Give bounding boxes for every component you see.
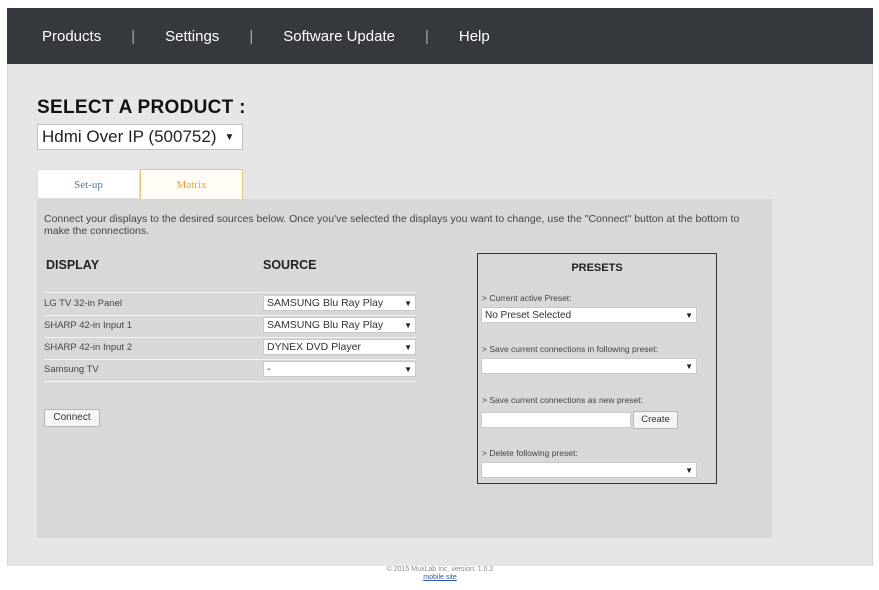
- display-label: SHARP 42-in Input 2: [44, 342, 133, 353]
- chevron-down-icon: ▼: [404, 320, 412, 330]
- source-select-value: DYNEX DVD Player: [267, 341, 361, 353]
- display-label: Samsung TV: [44, 364, 99, 375]
- source-select-value: SAMSUNG Blu Ray Play: [267, 319, 384, 331]
- nav-separator: |: [249, 27, 254, 45]
- source-select[interactable]: - ▼: [263, 361, 416, 377]
- source-select[interactable]: SAMSUNG Blu Ray Play ▼: [263, 317, 416, 333]
- chevron-down-icon: ▼: [404, 298, 412, 308]
- source-select[interactable]: SAMSUNG Blu Ray Play ▼: [263, 295, 416, 311]
- save-following-select[interactable]: ▼: [481, 358, 697, 374]
- chevron-down-icon: ▼: [404, 364, 412, 374]
- source-column-header: SOURCE: [263, 258, 317, 272]
- source-select-value: SAMSUNG Blu Ray Play: [267, 297, 384, 309]
- current-preset-value: No Preset Selected: [485, 309, 572, 321]
- nav-products[interactable]: Products: [42, 28, 101, 45]
- nav-help[interactable]: Help: [459, 28, 490, 45]
- row-divider: [44, 337, 416, 338]
- chevron-down-icon: ▼: [685, 465, 693, 475]
- row-divider: [44, 381, 416, 382]
- row-divider: [44, 359, 416, 360]
- nav-software-update[interactable]: Software Update: [283, 28, 395, 45]
- new-preset-name-input[interactable]: [481, 412, 631, 428]
- save-following-label: > Save current connections in following …: [482, 344, 659, 354]
- display-column-header: DISPLAY: [46, 258, 100, 272]
- select-product-heading: SELECT A PRODUCT :: [37, 97, 246, 118]
- chevron-down-icon: ▼: [224, 131, 235, 143]
- mobile-site-link[interactable]: mobile site: [7, 574, 873, 582]
- presets-box: PRESETS > Current active Preset: No Pres…: [477, 253, 717, 484]
- nav-separator: |: [424, 27, 429, 45]
- matrix-instructions: Connect your displays to the desired sou…: [44, 213, 740, 237]
- tab-matrix[interactable]: Matrix: [140, 169, 243, 199]
- delete-preset-label: > Delete following preset:: [482, 448, 578, 458]
- save-new-label: > Save current connections as new preset…: [482, 395, 643, 405]
- product-select-value: Hdmi Over IP (500752): [42, 127, 217, 146]
- copyright-text: © 2015 MuxLab Inc. version: 1.0.2: [386, 566, 494, 573]
- footer: © 2015 MuxLab Inc. version: 1.0.2 mobile…: [7, 566, 873, 584]
- source-select[interactable]: DYNEX DVD Player ▼: [263, 339, 416, 355]
- current-preset-label: > Current active Preset:: [482, 293, 572, 303]
- chevron-down-icon: ▼: [685, 361, 693, 371]
- nav-separator: |: [131, 27, 136, 45]
- source-select-value: -: [267, 363, 271, 375]
- presets-title: PRESETS: [571, 262, 623, 274]
- nav-settings[interactable]: Settings: [165, 28, 219, 45]
- row-divider: [44, 292, 416, 293]
- delete-preset-select[interactable]: ▼: [481, 462, 697, 478]
- create-preset-button[interactable]: Create: [633, 411, 678, 429]
- display-label: LG TV 32-in Panel: [44, 298, 122, 309]
- top-nav: Products | Settings | Software Update | …: [7, 8, 873, 64]
- chevron-down-icon: ▼: [404, 342, 412, 352]
- product-select[interactable]: Hdmi Over IP (500752) ▼: [37, 124, 243, 150]
- connect-button[interactable]: Connect: [44, 409, 100, 427]
- chevron-down-icon: ▼: [685, 310, 693, 320]
- row-divider: [44, 315, 416, 316]
- tab-setup[interactable]: Set-up: [37, 169, 140, 199]
- display-label: SHARP 42-in Input 1: [44, 320, 133, 331]
- current-preset-select[interactable]: No Preset Selected ▼: [481, 307, 697, 323]
